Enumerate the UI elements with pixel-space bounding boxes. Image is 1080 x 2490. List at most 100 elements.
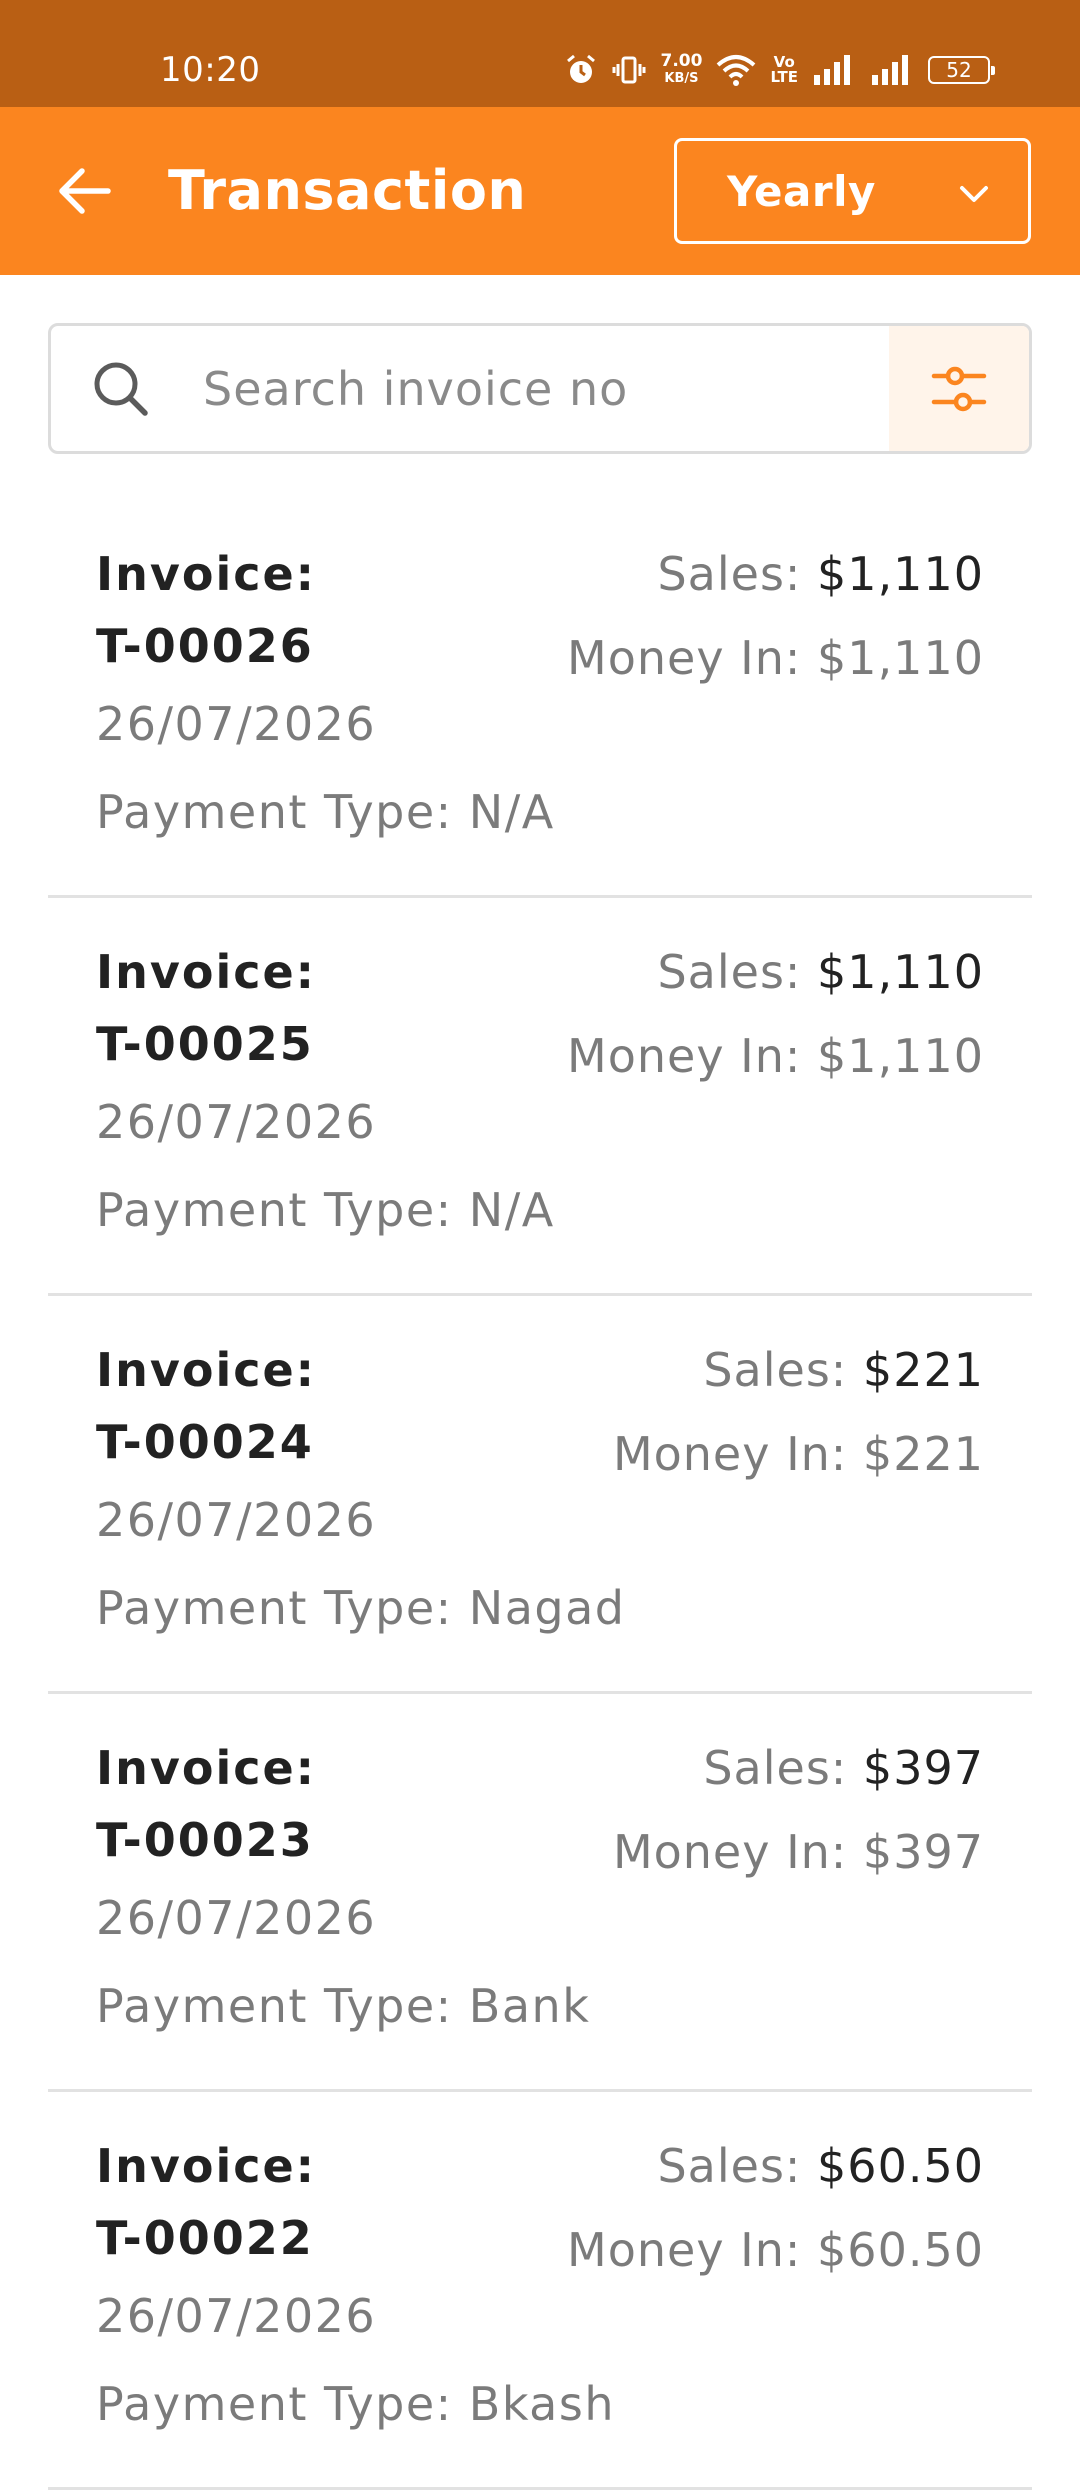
sales-label: Sales: (657, 945, 802, 999)
filter-button[interactable] (889, 326, 1029, 451)
sales-amount: Sales: $397 (613, 1732, 984, 1804)
money-in-label: Money In: (567, 631, 802, 685)
transaction-row[interactable]: Invoice: T-00026 26/07/2026 Payment Type… (48, 500, 1032, 898)
money-in-value: $60.50 (817, 2223, 984, 2277)
net-speed-value: 7.00 (660, 51, 703, 71)
transaction-info: Invoice: T-00026 26/07/2026 Payment Type… (96, 538, 555, 858)
status-icons: 7.00 KB/S Vo LTE 52 (564, 48, 995, 92)
payment-type: Payment Type: Nagad (96, 1562, 625, 1654)
sales-value: $397 (862, 1741, 984, 1795)
transaction-row[interactable]: Invoice: T-00025 26/07/2026 Payment Type… (48, 898, 1032, 1296)
transaction-row[interactable]: Invoice: T-00022 26/07/2026 Payment Type… (48, 2092, 1032, 2490)
money-in-label: Money In: (612, 1427, 848, 1481)
transaction-list: Invoice: T-00026 26/07/2026 Payment Type… (48, 500, 1032, 2490)
volte-indicator: Vo LTE (770, 55, 798, 85)
money-in-amount: Money In: $221 (613, 1418, 984, 1490)
payment-type-label: Payment Type: (96, 1979, 453, 2033)
sales-label: Sales: (657, 2139, 802, 2193)
payment-type-label: Payment Type: (96, 2377, 453, 2431)
signal-icon (812, 53, 856, 87)
payment-type-value: Bkash (468, 2377, 615, 2431)
sliders-icon (931, 366, 987, 411)
transaction-info: Invoice: T-00023 26/07/2026 Payment Type… (96, 1732, 590, 2052)
invoice-label: Invoice: (96, 2139, 317, 2193)
transaction-amounts: Sales: $1,110 Money In: $1,110 (567, 538, 984, 694)
transaction-amounts: Sales: $1,110 Money In: $1,110 (567, 936, 984, 1092)
money-in-value: $1,110 (817, 1029, 984, 1083)
payment-type-value: Nagad (468, 1581, 626, 1635)
invoice-label: Invoice: (96, 547, 317, 601)
transaction-amounts: Sales: $221 Money In: $221 (613, 1334, 984, 1490)
arrow-left-icon (59, 168, 111, 214)
payment-type: Payment Type: Bkash (96, 2358, 615, 2450)
search-input[interactable] (203, 326, 923, 451)
invoice-number: T-00023 (96, 1813, 314, 1867)
sales-label: Sales: (703, 1343, 848, 1397)
payment-type-value: Bank (468, 1979, 591, 2033)
transaction-amounts: Sales: $397 Money In: $397 (613, 1732, 984, 1888)
invoice-date: 26/07/2026 (96, 1891, 377, 1945)
app-bar: Transaction Yearly (0, 107, 1080, 275)
payment-type-label: Payment Type: (96, 1581, 453, 1635)
period-selected-value: Yearly (727, 166, 876, 216)
payment-type-value: N/A (468, 1183, 555, 1237)
volte-bottom: LTE (770, 68, 798, 86)
sales-value: $1,110 (817, 945, 984, 999)
money-in-value: $221 (862, 1427, 984, 1481)
sales-amount: Sales: $221 (613, 1334, 984, 1406)
sales-value: $1,110 (817, 547, 984, 601)
payment-type: Payment Type: Bank (96, 1960, 590, 2052)
invoice-number: T-00022 (96, 2211, 314, 2265)
payment-type-label: Payment Type: (96, 1183, 453, 1237)
invoice-label: Invoice: (96, 1741, 317, 1795)
money-in-value: $1,110 (817, 631, 984, 685)
vibrate-icon (612, 53, 646, 87)
money-in-label: Money In: (567, 2223, 802, 2277)
money-in-value: $397 (862, 1825, 984, 1879)
invoice-number: T-00025 (96, 1017, 314, 1071)
payment-type: Payment Type: N/A (96, 1164, 555, 1256)
search-icon (94, 362, 148, 416)
sales-amount: Sales: $1,110 (567, 538, 984, 610)
sales-amount: Sales: $1,110 (567, 936, 984, 1008)
invoice-date: 26/07/2026 (96, 1095, 377, 1149)
invoice-label: Invoice: (96, 945, 317, 999)
signal-icon-2 (870, 53, 914, 87)
sales-value: $221 (862, 1343, 984, 1397)
battery-icon: 52 (928, 56, 995, 84)
wifi-icon (716, 53, 756, 87)
money-in-label: Money In: (612, 1825, 848, 1879)
status-bar: 10:20 7.00 KB/S Vo LTE 52 (0, 0, 1080, 107)
sales-value: $60.50 (817, 2139, 984, 2193)
transaction-row[interactable]: Invoice: T-00023 26/07/2026 Payment Type… (48, 1694, 1032, 2092)
invoice-label: Invoice: (96, 1343, 317, 1397)
invoice-date: 26/07/2026 (96, 1493, 377, 1547)
transaction-info: Invoice: T-00022 26/07/2026 Payment Type… (96, 2130, 615, 2450)
invoice-number: T-00024 (96, 1415, 314, 1469)
transaction-amounts: Sales: $60.50 Money In: $60.50 (567, 2130, 984, 2286)
sales-label: Sales: (703, 1741, 848, 1795)
page-title: Transaction (168, 159, 527, 222)
period-dropdown[interactable]: Yearly (674, 138, 1031, 244)
transaction-info: Invoice: T-00025 26/07/2026 Payment Type… (96, 936, 555, 1256)
payment-type-label: Payment Type: (96, 785, 453, 839)
status-time: 10:20 (160, 50, 261, 90)
invoice-date: 26/07/2026 (96, 697, 377, 751)
transaction-info: Invoice: T-00024 26/07/2026 Payment Type… (96, 1334, 625, 1654)
money-in-amount: Money In: $60.50 (567, 2214, 984, 2286)
money-in-amount: Money In: $397 (613, 1816, 984, 1888)
sales-amount: Sales: $60.50 (567, 2130, 984, 2202)
invoice-date: 26/07/2026 (96, 2289, 377, 2343)
back-button[interactable] (44, 151, 124, 231)
chevron-down-icon (960, 186, 988, 202)
money-in-amount: Money In: $1,110 (567, 1020, 984, 1092)
alarm-icon (564, 53, 598, 87)
search-bar (48, 323, 1032, 454)
payment-type: Payment Type: N/A (96, 766, 555, 858)
money-in-amount: Money In: $1,110 (567, 622, 984, 694)
money-in-label: Money In: (567, 1029, 802, 1083)
payment-type-value: N/A (468, 785, 555, 839)
transaction-row[interactable]: Invoice: T-00024 26/07/2026 Payment Type… (48, 1296, 1032, 1694)
invoice-number: T-00026 (96, 619, 314, 673)
net-speed: 7.00 KB/S (660, 53, 702, 87)
